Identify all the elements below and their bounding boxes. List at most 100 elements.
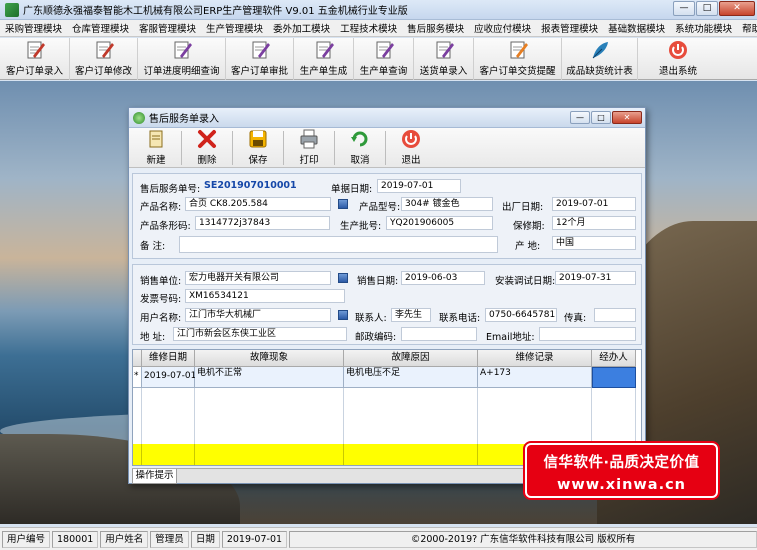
seller-label: 销售单位: [140, 276, 182, 287]
install-date-label: 安装调试日期: [495, 276, 556, 287]
menu-after-sales[interactable]: 售后服务模块 [402, 21, 469, 35]
row-marker: * [133, 367, 142, 388]
grid-header-symptom[interactable]: 故障现象 [195, 350, 344, 367]
product-info-panel: 售后服务单号: SE201907010001 单据日期: 2019-07-01 … [132, 173, 642, 259]
menu-production[interactable]: 生产管理模块 [201, 21, 268, 35]
cell-cause[interactable]: 电机电压不足 [344, 367, 478, 388]
summary-cell [195, 444, 344, 465]
minimize-button[interactable]: — [673, 1, 695, 16]
model-field[interactable]: 304# 镀金色 [401, 197, 493, 211]
dialog-minimize-button[interactable]: — [570, 111, 590, 124]
toolbar-order-entry-button[interactable]: 客户订单录入 [0, 38, 70, 80]
menu-outsourcing[interactable]: 委外加工模块 [268, 21, 335, 35]
install-date-field[interactable]: 2019-07-31 [555, 271, 636, 285]
dialog-maximize-button[interactable]: □ [591, 111, 611, 124]
cell-symptom[interactable]: 电机不正常 [195, 367, 344, 388]
dialog-title: 售后服务单录入 [149, 114, 219, 125]
pencil-notepad-icon [436, 41, 454, 59]
barcode-label: 产品条形码: [140, 221, 191, 232]
email-field[interactable] [539, 327, 636, 341]
user-field[interactable]: 江门市华大机械厂 [185, 308, 331, 322]
banner-slogan: 信华软件·品质决定价值 [543, 455, 700, 471]
grid-header-cause[interactable]: 故障原因 [344, 350, 478, 367]
summary-cell [344, 444, 478, 465]
new-button[interactable]: 新建 [133, 128, 179, 168]
warranty-label: 保修期: [513, 221, 545, 232]
doc-date-label: 单据日期: [331, 184, 373, 195]
product-name-field[interactable]: 合页 CK8.205.584 [185, 197, 331, 211]
batch-field[interactable]: YQ201906005 [386, 216, 493, 230]
warranty-field[interactable]: 12个月 [552, 216, 636, 230]
barcode-field[interactable]: 1314772j37843 [195, 216, 330, 230]
cell-record[interactable]: A+173 [478, 367, 592, 388]
grid-header-date[interactable]: 维修日期 [142, 350, 195, 367]
menu-warehouse[interactable]: 仓库管理模块 [67, 21, 134, 35]
address-field[interactable]: 江门市新会区东侠工业区 [173, 327, 347, 341]
address-label: 地 址: [140, 332, 166, 343]
save-button[interactable]: 保存 [235, 128, 281, 168]
toolbar-order-progress-button[interactable]: 订单进度明细查询 [138, 38, 226, 80]
cancel-button[interactable]: 取消 [337, 128, 383, 168]
fax-field[interactable] [594, 308, 636, 322]
phone-field[interactable]: 0750-6645781 [485, 308, 557, 322]
seller-field[interactable]: 宏力电器开关有限公司 [185, 271, 331, 285]
toolbar-label: 客户订单审批 [230, 66, 288, 77]
menu-customer-service[interactable]: 客服管理模块 [134, 21, 201, 35]
sale-date-label: 销售日期: [357, 276, 399, 287]
email-label: Email地址: [486, 332, 535, 343]
product-picker-icon[interactable] [338, 199, 348, 209]
menu-system[interactable]: 系统功能模块 [670, 21, 737, 35]
delete-button[interactable]: 删除 [184, 128, 230, 168]
toolbar-order-modify-button[interactable]: 客户订单修改 [70, 38, 138, 80]
pencil-notepad-icon [27, 41, 45, 59]
toolbar-label: 生产单生成 [299, 66, 348, 77]
pencil-notepad-icon [510, 41, 528, 59]
factory-date-label: 出厂日期: [502, 202, 544, 213]
doc-date-field[interactable]: 2019-07-01 [377, 179, 461, 193]
remark-field[interactable] [179, 236, 498, 253]
user-label: 用户名称: [140, 313, 182, 324]
menu-engineering[interactable]: 工程技术模块 [335, 21, 402, 35]
toolbar-production-query-button[interactable]: 生产单查询 [354, 38, 414, 80]
zip-field[interactable] [401, 327, 477, 341]
status-user-name: 管理员 [150, 530, 189, 548]
menu-purchase[interactable]: 采购管理模块 [0, 21, 67, 35]
grid-header-handler[interactable]: 经办人 [592, 350, 636, 367]
user-picker-icon[interactable] [338, 310, 348, 320]
exit-power-icon [402, 130, 420, 148]
dialog-title-bar: 售后服务单录入 — □ ✕ [129, 108, 645, 128]
cell-date[interactable]: 2019-07-01 [142, 367, 196, 388]
cell-handler[interactable] [592, 367, 636, 388]
toolbar-production-create-button[interactable]: 生产单生成 [294, 38, 354, 80]
banner-url: www.xinwa.cn [556, 477, 687, 493]
menu-receivable-payable[interactable]: 应收应付模块 [469, 21, 536, 35]
print-button[interactable]: 打印 [286, 128, 332, 168]
exit-power-icon [669, 41, 687, 59]
dialog-toolbar: 新建 删除 保存 打印 取消 退出 [129, 128, 645, 168]
origin-field[interactable]: 中国 [552, 236, 636, 250]
menu-reports[interactable]: 报表管理模块 [536, 21, 603, 35]
toolbar-label: 订单进度明细查询 [143, 66, 220, 77]
toolbar-delivery-entry-button[interactable]: 送货单录入 [414, 38, 474, 80]
maximize-button[interactable]: □ [696, 1, 718, 16]
seller-picker-icon[interactable] [338, 273, 348, 283]
tab-operation-tips[interactable]: 操作提示 [132, 469, 177, 484]
sale-date-field[interactable]: 2019-06-03 [401, 271, 485, 285]
exit-button-label: 退出 [401, 155, 421, 166]
grid-header-record[interactable]: 维修记录 [478, 350, 592, 367]
factory-date-field[interactable]: 2019-07-01 [552, 197, 636, 211]
invoice-field[interactable]: XM16534121 [185, 289, 345, 303]
printer-icon [300, 129, 318, 149]
contact-field[interactable]: 李先生 [391, 308, 431, 322]
toolbar-exit-button[interactable]: 退出系统 [638, 38, 718, 80]
menu-base-data[interactable]: 基础数据模块 [603, 21, 670, 35]
invoice-label: 发票号码: [140, 294, 182, 305]
menu-help[interactable]: 帮助 [737, 21, 757, 35]
toolbar-order-approve-button[interactable]: 客户订单审批 [226, 38, 294, 80]
close-button[interactable]: ✕ [719, 1, 755, 16]
status-date: 2019-07-01 [221, 530, 288, 548]
exit-button[interactable]: 退出 [388, 128, 434, 168]
toolbar-delivery-reminder-button[interactable]: 客户订单交货提醒 [474, 38, 562, 80]
dialog-close-button[interactable]: ✕ [612, 111, 642, 124]
toolbar-shortage-stats-button[interactable]: 成品缺货统计表 [562, 38, 638, 80]
